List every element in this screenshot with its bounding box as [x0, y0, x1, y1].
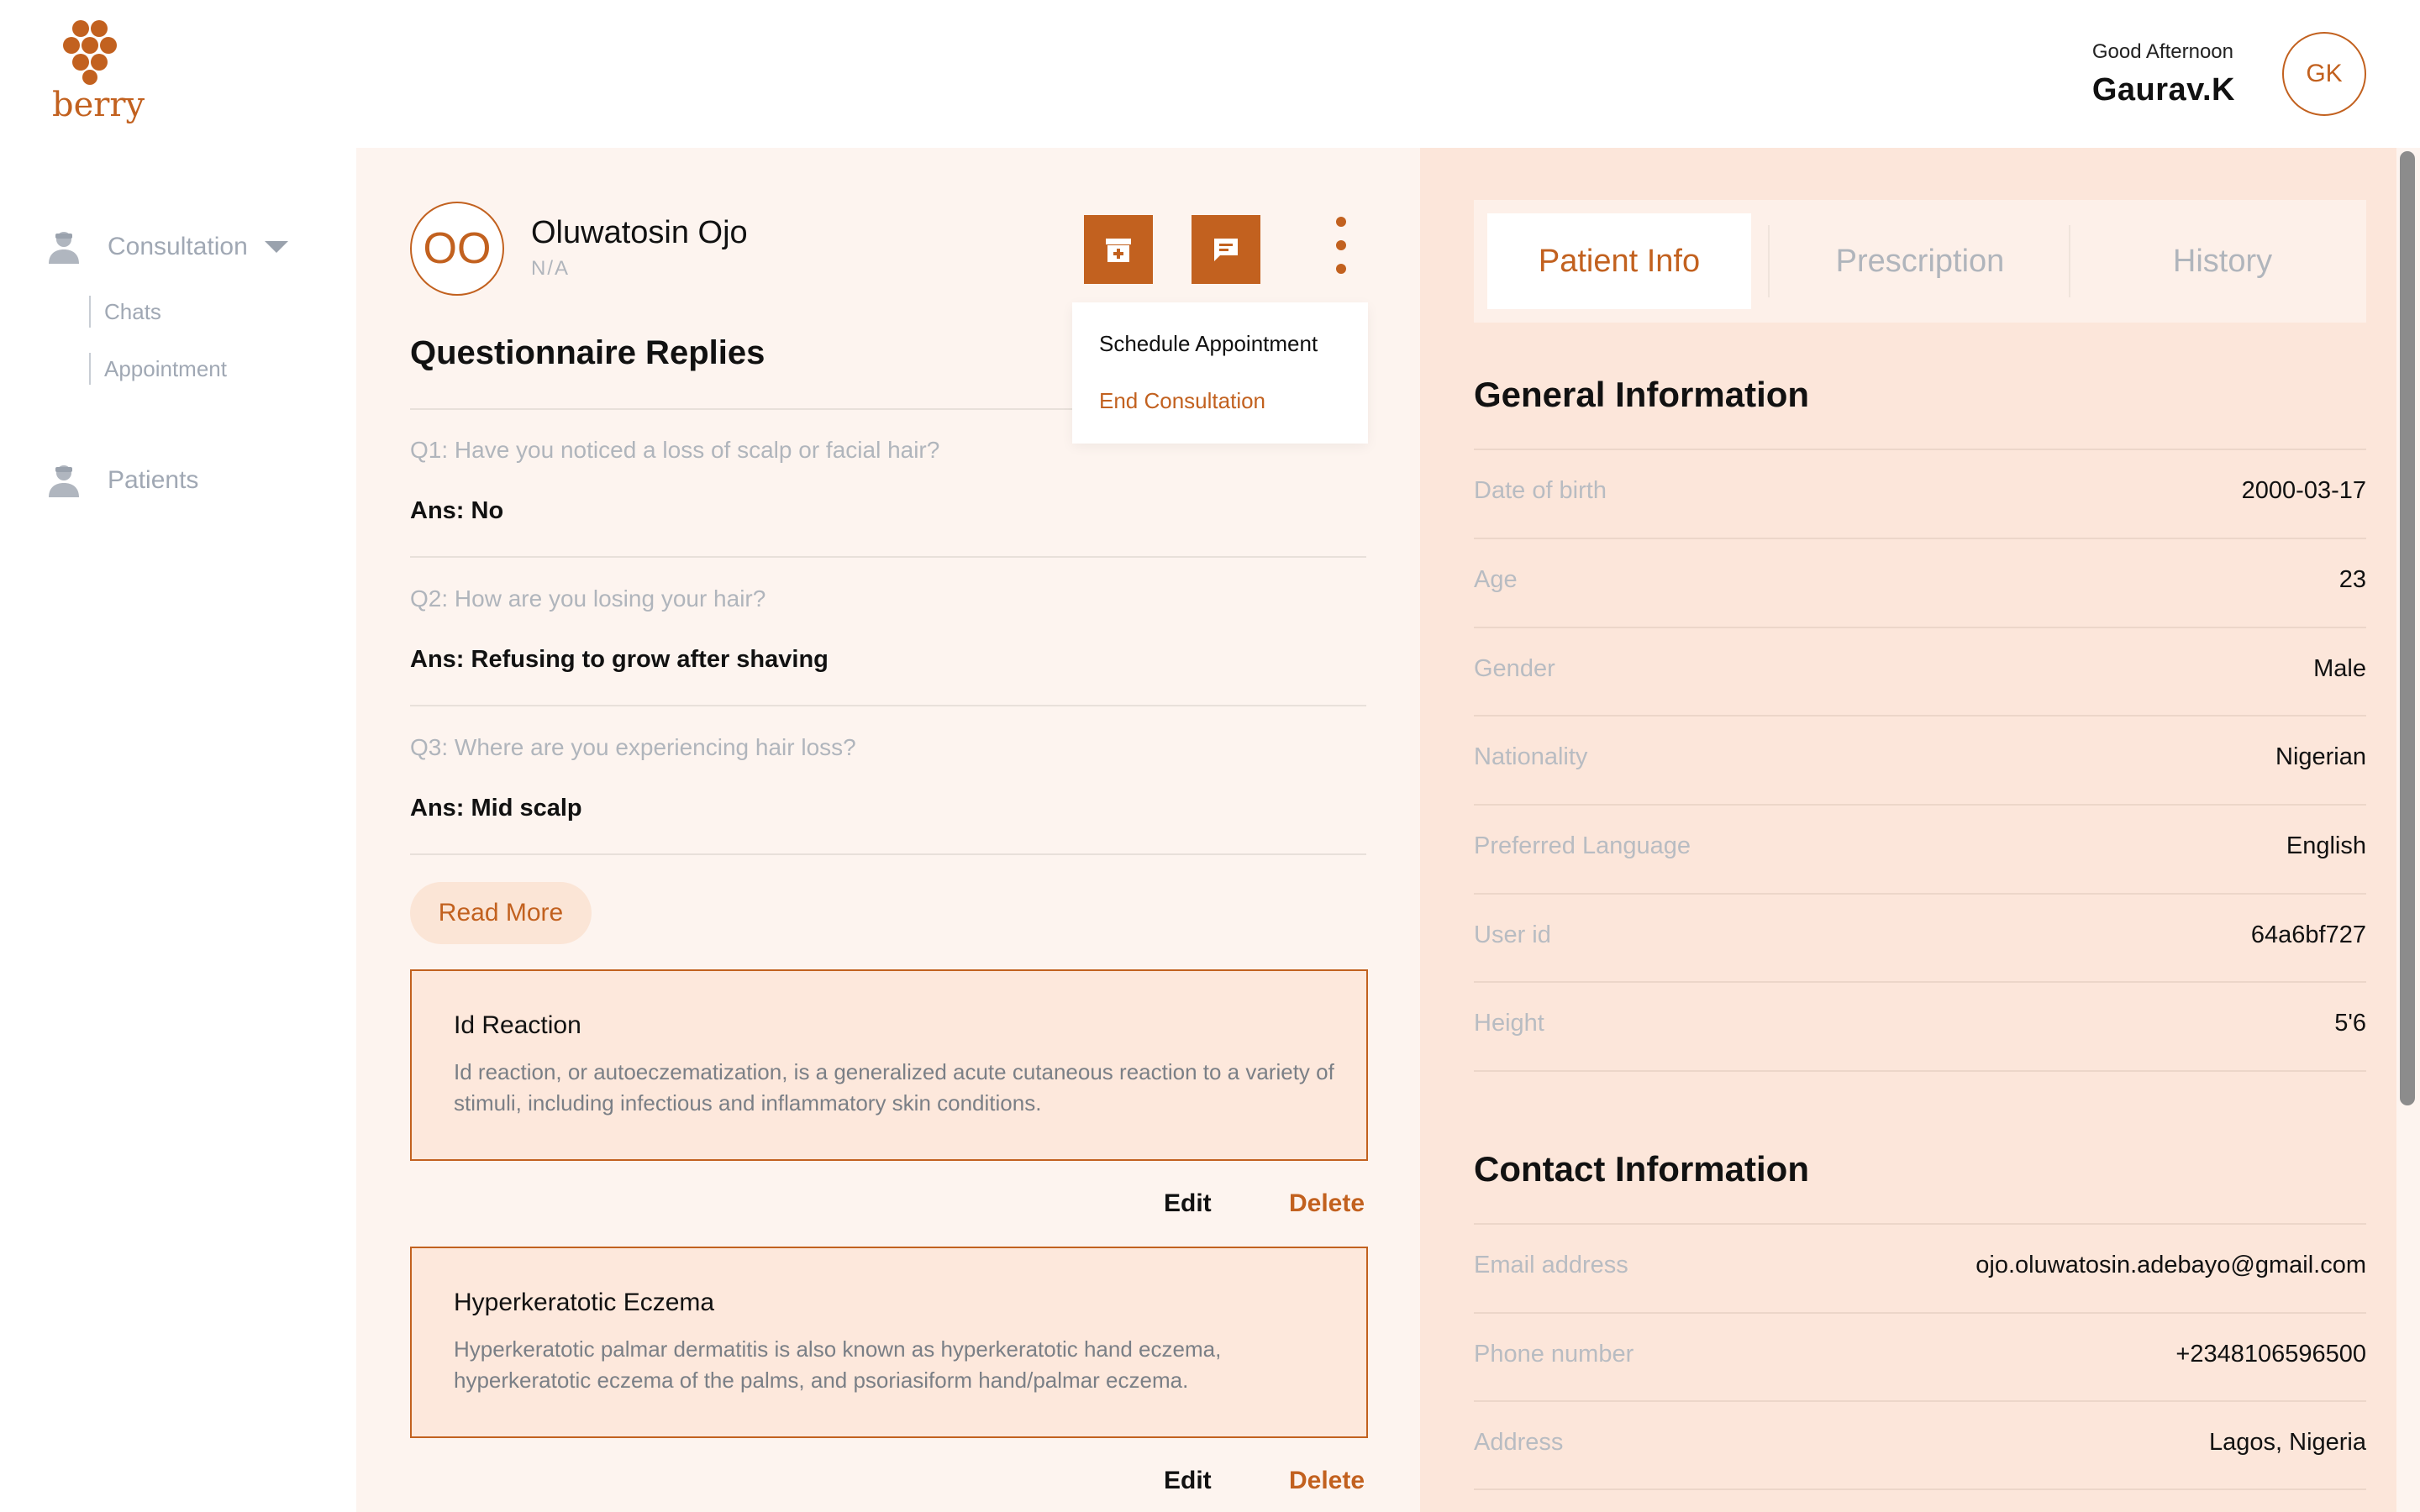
brand-logo[interactable]: berry	[52, 18, 145, 128]
user-name: Gaurav.K	[2091, 72, 2235, 108]
tab-separator	[2069, 225, 2070, 297]
tab-prescription[interactable]: Prescription	[1788, 213, 2052, 309]
diagnosis-card: Hyperkeratotic Eczema Hyperkeratotic pal…	[410, 1247, 1368, 1438]
email-value: ojo.oluwatosin.adebayo@gmail.com	[1975, 1252, 2366, 1278]
divider	[410, 556, 1366, 558]
info-label: Height	[1474, 1010, 1544, 1037]
diagnosis-card: Id Reaction Id reaction, or autoeczemati…	[410, 969, 1368, 1161]
divider	[1474, 1070, 2366, 1072]
berry-logo-icon	[63, 20, 117, 85]
doctor-icon	[49, 232, 79, 264]
diagnosis-title: Hyperkeratotic Eczema	[454, 1289, 715, 1316]
question-1: Q1: Have you noticed a loss of scalp or …	[410, 437, 940, 463]
options-menu: Schedule Appointment End Consultation	[1072, 302, 1368, 444]
patient-details-panel: Patient Info Prescription History Genera…	[1420, 148, 2396, 1512]
tab-bar: Patient Info Prescription History	[1474, 200, 2366, 323]
address-value: Lagos, Nigeria	[2209, 1429, 2366, 1456]
divider	[1474, 715, 2366, 717]
divider	[1474, 981, 2366, 983]
schedule-appointment-menu-item[interactable]: Schedule Appointment	[1099, 331, 1318, 357]
chevron-down-icon	[264, 241, 288, 253]
divider	[1474, 1312, 2366, 1314]
answer-1: Ans: No	[410, 497, 504, 524]
sidebar-item-consultation[interactable]: Consultation	[45, 228, 288, 265]
user-greeting: Good Afternoon Gaurav.K	[2092, 40, 2235, 108]
info-value: 5'6	[2334, 1010, 2366, 1037]
diagnosis-title: Id Reaction	[454, 1011, 581, 1039]
patient-subtitle: N/A	[531, 257, 571, 280]
edit-button[interactable]: Edit	[1164, 1467, 1212, 1495]
divider	[1474, 804, 2366, 806]
edit-button[interactable]: Edit	[1164, 1189, 1212, 1218]
info-label: Preferred Language	[1474, 832, 1691, 859]
divider	[1474, 538, 2366, 539]
info-label: Email address	[1474, 1252, 1628, 1278]
info-value: English	[2286, 832, 2366, 859]
info-label: Address	[1474, 1429, 1564, 1456]
sidebar-item-label: Consultation	[108, 233, 248, 260]
prescription-button[interactable]	[1084, 215, 1153, 284]
answer-3: Ans: Mid scalp	[410, 795, 582, 822]
divider	[1474, 1400, 2366, 1402]
top-header: berry Good Afternoon Gaurav.K GK	[0, 0, 2420, 148]
read-more-button[interactable]: Read More	[410, 882, 592, 944]
info-label: Gender	[1474, 655, 1555, 682]
info-label: Date of birth	[1474, 477, 1607, 504]
end-consultation-menu-item[interactable]: End Consultation	[1099, 388, 1265, 414]
divider	[1474, 1488, 2366, 1490]
tab-history[interactable]: History	[2091, 213, 2354, 309]
greeting-text: Good Afternoon	[2091, 40, 2233, 63]
info-label: User id	[1474, 921, 1551, 948]
delete-button[interactable]: Delete	[1289, 1467, 1365, 1495]
divider	[410, 705, 1366, 706]
phone-value: +2348106596500	[2175, 1341, 2366, 1368]
user-avatar[interactable]: GK	[2282, 32, 2366, 116]
diagnosis-description: Id reaction, or autoeczematization, is a…	[454, 1059, 1334, 1116]
contact-info-title: Contact Information	[1474, 1149, 1809, 1189]
divider	[1474, 627, 2366, 628]
tab-patient-info[interactable]: Patient Info	[1487, 213, 1751, 309]
sidebar-item-label: Patients	[108, 466, 199, 494]
consultation-panel: OO Oluwatosin Ojo N/A Questionnaire Repl…	[356, 148, 1420, 1512]
delete-button[interactable]: Delete	[1289, 1189, 1365, 1218]
patient-name: Oluwatosin Ojo	[531, 215, 748, 250]
divider	[1474, 893, 2366, 895]
info-value: 64a6bf727	[2250, 921, 2366, 948]
general-info-title: General Information	[1474, 375, 1810, 414]
patient-avatar: OO	[410, 202, 504, 296]
info-label: Age	[1474, 566, 1518, 593]
info-value: Male	[2313, 655, 2366, 682]
diagnosis-description: Hyperkeratotic palmar dermatitis is also…	[454, 1336, 1222, 1393]
tab-separator	[1768, 225, 1770, 297]
questionnaire-title: Questionnaire Replies	[410, 334, 765, 371]
info-label: Nationality	[1474, 743, 1588, 770]
sidebar-item-patients[interactable]: Patients	[45, 462, 198, 499]
info-value: 23	[2338, 566, 2366, 593]
divider	[1474, 449, 2366, 450]
info-value: Nigerian	[2275, 743, 2366, 770]
divider	[1474, 1223, 2366, 1225]
question-3: Q3: Where are you experiencing hair loss…	[410, 734, 856, 760]
chat-icon	[1214, 239, 1238, 261]
info-value: 2000-03-17	[2241, 477, 2366, 504]
answer-2: Ans: Refusing to grow after shaving	[410, 646, 829, 673]
patient-icon	[49, 465, 79, 497]
sidebar-item-appointment[interactable]: Appointment	[89, 353, 227, 385]
medical-box-icon	[1106, 239, 1131, 262]
more-options-icon[interactable]	[1324, 217, 1358, 276]
brand-name: berry	[52, 86, 145, 124]
question-2: Q2: How are you losing your hair?	[410, 585, 766, 612]
sidebar-item-chats[interactable]: Chats	[89, 296, 161, 328]
divider	[410, 853, 1366, 855]
chat-button[interactable]	[1192, 215, 1260, 284]
sidebar: Consultation Chats Appointment Patients	[0, 148, 356, 1512]
info-label: Phone number	[1474, 1341, 1634, 1368]
scrollbar-thumb[interactable]	[2400, 151, 2415, 1105]
